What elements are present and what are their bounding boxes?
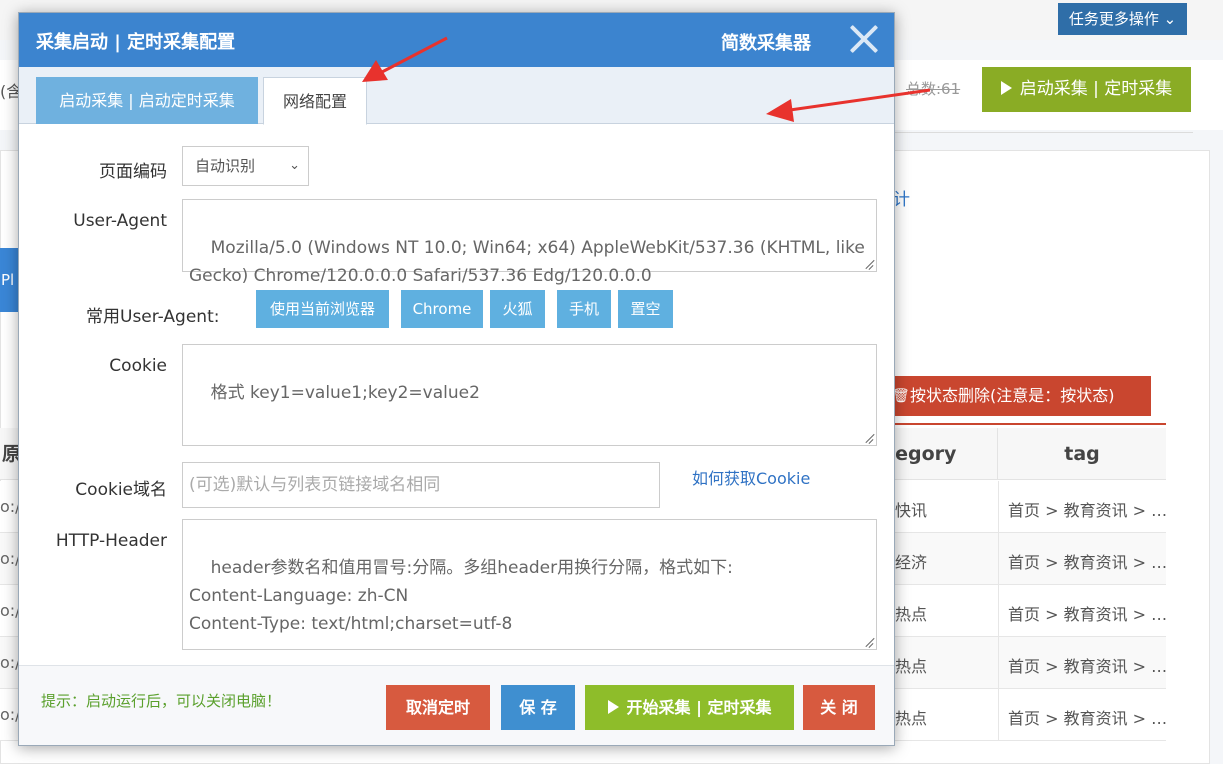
column-divider [998,637,999,689]
modal-title: 采集启动 | 定时采集配置 [36,32,236,53]
total-count: 总数:61 [906,80,961,98]
encoding-label: 页面编码 [99,162,167,182]
delete-by-status-button[interactable]: 🗑 按状态删除(注意是：按状态) [880,376,1151,416]
http-header-label: HTTP-Header [55,531,167,551]
encoding-select[interactable]: 自动识别 ⌄ [182,146,309,186]
cancel-schedule-button[interactable]: 取消定时 [386,685,490,730]
ua-clear-button[interactable]: 置空 [618,290,673,328]
common-ua-label: 常用User-Agent: [86,307,220,327]
chevron-down-icon: ⌄ [1163,10,1177,28]
table-cell-category: 热点 [895,605,928,624]
table-cell-category: 热点 [895,709,928,728]
column-divider [998,481,999,533]
background-red-rule [895,423,1166,425]
table-cell-tag: 首页 > 教育资讯 > … [1008,553,1168,572]
cookie-label: Cookie [109,356,167,376]
task-more-menu-label: 任务更多操作 [1068,10,1159,28]
column-divider [998,689,999,741]
column-header-category: tegory [880,428,998,480]
http-header-placeholder: header参数名和值用冒号:分隔。多组header用换行分隔，格式如下: Co… [189,558,733,634]
column-header-tag: tag [998,428,1166,480]
tab-network-config[interactable]: 网络配置 [263,77,367,125]
resize-grip-icon[interactable] [864,433,874,443]
cookie-textarea[interactable]: 格式 key1=value1;key2=value2 [182,344,877,446]
table-cell-url: o:// [0,497,20,516]
ua-current-browser-button[interactable]: 使用当前浏览器 [256,290,389,328]
delete-by-status-label: 按状态删除(注意是：按状态) [910,386,1115,405]
http-header-textarea[interactable]: header参数名和值用冒号:分隔。多组header用换行分隔，格式如下: Co… [182,519,877,650]
brand-name: 简数采集器 [721,33,811,54]
how-to-get-cookie-link[interactable]: 如何获取Cookie [692,465,810,489]
modal-footer: 提示：启动运行后，可以关闭电脑！ 取消定时 保 存 开始采集 | 定时采集 关 … [19,665,894,745]
resize-grip-icon[interactable] [864,259,874,269]
table-cell-category: 快讯 [895,501,928,520]
resize-grip-icon[interactable] [864,637,874,647]
table-cell-tag: 首页 > 教育资讯 > … [1008,605,1168,624]
footer-hint: 提示：启动运行后，可以关闭电脑！ [41,692,282,710]
start-collection-label: 开始采集 | 定时采集 [626,698,772,717]
chevron-down-icon: ⌄ [289,158,300,173]
cookie-domain-input[interactable]: (可选)默认与列表页链接域名相同 [182,462,660,508]
table-cell-tag: 首页 > 教育资讯 > … [1008,501,1168,520]
play-icon [1000,81,1012,95]
table-cell-category: 经济 [895,553,928,572]
close-button[interactable]: 关 闭 [803,685,875,730]
user-agent-value: Mozilla/5.0 (Windows NT 10.0; Win64; x64… [189,238,871,286]
table-cell-url: o:// [0,705,20,724]
modal-header: 采集启动 | 定时采集配置 简数采集器 [19,13,894,67]
close-icon[interactable] [847,22,881,56]
background-start-button[interactable]: 启动采集 | 定时采集 [982,67,1191,112]
cookie-domain-label: Cookie域名 [75,480,167,500]
background-left-tab[interactable]: Pl [0,248,20,312]
table-cell-url: o:// [0,549,20,568]
cookie-domain-placeholder: (可选)默认与列表页链接域名相同 [189,475,441,495]
ua-chrome-button[interactable]: Chrome [401,290,483,328]
task-more-menu-button[interactable]: 任务更多操作 ⌄ [1058,3,1187,35]
table-cell-url: o:// [0,653,20,672]
table-cell-tag: 首页 > 教育资讯 > … [1008,709,1168,728]
background-start-label: 启动采集 | 定时采集 [1019,79,1173,99]
cookie-placeholder: 格式 key1=value1;key2=value2 [210,383,480,403]
table-cell-category: 热点 [895,657,928,676]
ua-mobile-button[interactable]: 手机 [557,290,611,328]
encoding-value: 自动识别 [195,157,256,175]
tab-start-collection[interactable]: 启动采集 | 启动定时采集 [36,77,258,124]
user-agent-textarea[interactable]: Mozilla/5.0 (Windows NT 10.0; Win64; x64… [182,199,877,286]
start-collection-button[interactable]: 开始采集 | 定时采集 [585,685,794,730]
column-divider [998,585,999,637]
table-cell-tag: 首页 > 教育资讯 > … [1008,657,1168,676]
background-stat-link[interactable]: 计 [893,185,910,210]
column-divider [998,533,999,585]
background-divider [895,132,1193,133]
collection-config-modal: 采集启动 | 定时采集配置 简数采集器 启动采集 | 启动定时采集 网络配置 页… [18,12,895,746]
user-agent-label: User-Agent [73,211,167,231]
ua-firefox-button[interactable]: 火狐 [490,290,545,328]
save-button[interactable]: 保 存 [501,685,575,730]
table-cell-url: o:// [0,601,20,620]
column-header-orig: 原 [0,428,20,480]
tab-bar: 启动采集 | 启动定时采集 网络配置 [19,67,894,125]
play-icon [607,700,619,714]
